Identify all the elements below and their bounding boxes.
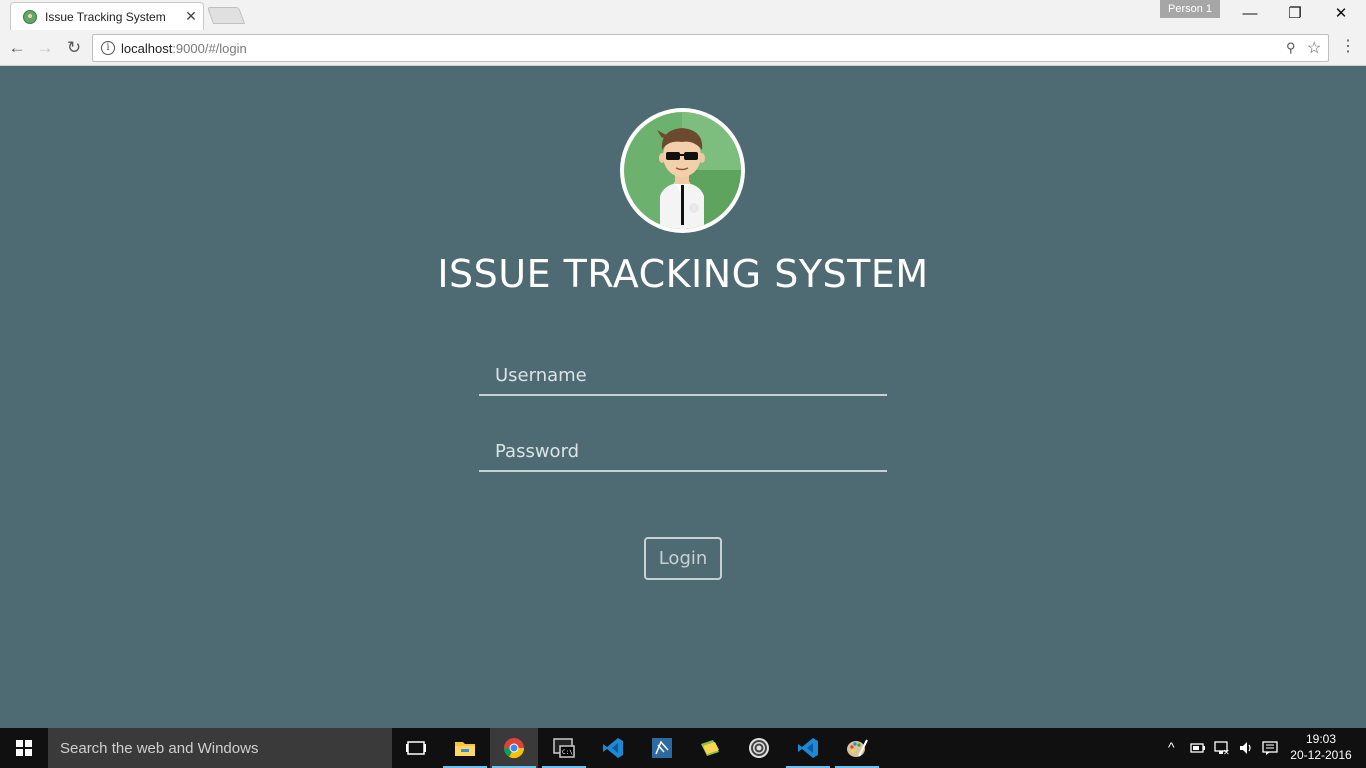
- clock-date: 20-12-2016: [1290, 748, 1352, 762]
- file-explorer-button[interactable]: [441, 728, 489, 768]
- avatar: [620, 108, 745, 233]
- action-center-icon[interactable]: [1262, 740, 1278, 756]
- url-text[interactable]: localhost:9000/#/login: [121, 41, 247, 56]
- paint-palette-icon: [847, 739, 868, 757]
- folder-icon: [455, 742, 475, 756]
- pin-icon[interactable]: ⚲: [1286, 40, 1296, 56]
- forward-arrow-icon[interactable]: →: [33, 36, 57, 60]
- close-window-button[interactable]: ✕: [1318, 0, 1364, 30]
- taskbar-search[interactable]: Search the web and Windows: [48, 728, 392, 768]
- show-hidden-icons-icon[interactable]: ^: [1168, 739, 1175, 755]
- page-title: ISSUE TRACKING SYSTEM: [437, 252, 929, 296]
- chrome-icon: [503, 738, 525, 759]
- url-host: localhost: [121, 41, 173, 56]
- browser-toolbar: ← → ↻ i localhost:9000/#/login ⚲ ☆ ⋮: [0, 30, 1366, 66]
- task-view-icon: [406, 741, 426, 755]
- start-button[interactable]: [0, 728, 48, 768]
- chrome-button[interactable]: [490, 728, 538, 768]
- taskbar-search-placeholder: Search the web and Windows: [60, 740, 259, 757]
- tab-close-icon[interactable]: ✕: [183, 7, 199, 25]
- task-view-button[interactable]: [392, 728, 440, 768]
- tab-title: Issue Tracking System: [45, 10, 166, 24]
- new-tab-button[interactable]: [206, 7, 246, 24]
- visual-studio-2-button[interactable]: [784, 728, 832, 768]
- restore-button[interactable]: ❐: [1272, 0, 1318, 30]
- username-input[interactable]: [479, 352, 887, 394]
- agent-avatar-icon: [657, 112, 741, 229]
- minimize-button[interactable]: —: [1227, 0, 1273, 30]
- visual-studio-code-icon: [798, 738, 818, 758]
- windows-taskbar: Search the web and Windows C:\ ^ ✕ 19:03…: [0, 728, 1366, 768]
- password-input[interactable]: [479, 428, 887, 470]
- profile-badge[interactable]: Person 1: [1160, 0, 1220, 18]
- login-page: ISSUE TRACKING SYSTEM Login: [0, 66, 1366, 728]
- info-icon[interactable]: i: [101, 41, 115, 55]
- bookmark-star-icon[interactable]: ☆: [1307, 38, 1321, 58]
- visual-studio-icon: [652, 738, 672, 758]
- power-battery-icon[interactable]: [1190, 741, 1206, 755]
- url-path: :9000/#/login: [172, 41, 247, 56]
- back-arrow-icon[interactable]: ←: [5, 36, 29, 60]
- command-prompt-button[interactable]: C:\: [540, 728, 588, 768]
- visual-studio-code-button[interactable]: [589, 728, 637, 768]
- address-bar[interactable]: i localhost:9000/#/login ⚲ ☆: [92, 34, 1329, 62]
- avatar-illustration: [624, 112, 741, 229]
- login-button[interactable]: Login: [644, 537, 722, 580]
- eclipse-button[interactable]: [735, 728, 783, 768]
- avatar-favicon-icon: [23, 10, 37, 24]
- username-field-wrapper: [479, 352, 887, 396]
- system-tray: ^ ✕: [1160, 728, 1280, 768]
- command-prompt-icon: C:\: [553, 738, 575, 758]
- svg-text:C:\: C:\: [562, 749, 573, 756]
- reload-icon[interactable]: ↻: [62, 36, 86, 60]
- svg-text:✕: ✕: [1223, 748, 1230, 756]
- taskbar-clock[interactable]: 19:03 20-12-2016: [1284, 731, 1358, 763]
- network-icon[interactable]: ✕: [1214, 740, 1230, 756]
- sticky-notes-button[interactable]: [686, 728, 734, 768]
- clock-time: 19:03: [1305, 732, 1337, 746]
- paint-button[interactable]: [833, 728, 881, 768]
- volume-icon[interactable]: [1238, 740, 1254, 756]
- visual-studio-button[interactable]: [638, 728, 686, 768]
- browser-titlebar: Issue Tracking System ✕ Person 1 — ❐ ✕: [0, 0, 1366, 30]
- browser-menu-icon[interactable]: ⋮: [1340, 38, 1356, 56]
- password-field-wrapper: [479, 428, 887, 472]
- sticky-notes-icon: [701, 740, 719, 756]
- windows-logo-icon: [16, 740, 32, 756]
- eclipse-icon: [749, 738, 769, 758]
- browser-tab[interactable]: Issue Tracking System ✕: [10, 2, 204, 30]
- visual-studio-code-icon: [603, 738, 623, 758]
